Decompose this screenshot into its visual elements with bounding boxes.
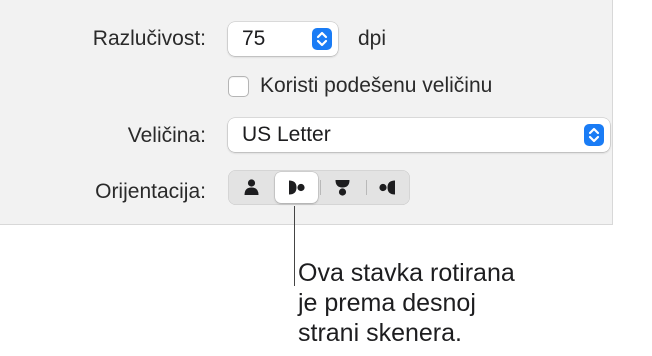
- size-value: US Letter: [242, 123, 331, 146]
- resolution-value: 75: [242, 27, 266, 50]
- resolution-unit: dpi: [358, 27, 387, 50]
- callout-line: [294, 206, 295, 286]
- rotated-left-icon: [379, 180, 395, 195]
- size-label: Veličina:: [127, 124, 206, 147]
- callout-line-2: je prema desnoj: [298, 289, 476, 317]
- resolution-popup[interactable]: 75: [228, 22, 338, 56]
- orientation-option-upright[interactable]: [230, 172, 273, 203]
- upside-down-icon: [335, 180, 350, 196]
- custom-size-label: Koristi podešenu veličinu: [260, 74, 493, 97]
- callout-line-3: strani skenera.: [298, 319, 462, 347]
- rotated-right-icon: [289, 180, 305, 195]
- orientation-option-upside-down[interactable]: [321, 172, 364, 203]
- custom-size-checkbox[interactable]: [229, 77, 248, 96]
- orientation-segmented-control: [228, 170, 410, 205]
- orientation-option-rotated-left[interactable]: [366, 172, 409, 203]
- orientation-option-rotated-right[interactable]: [275, 172, 318, 203]
- size-popup[interactable]: US Letter: [228, 118, 610, 152]
- orientation-label: Orijentacija:: [95, 180, 206, 203]
- stepper-arrows-icon: [312, 28, 332, 50]
- stepper-arrows-icon: [584, 124, 604, 146]
- portrait-upright-icon: [244, 179, 259, 195]
- callout-line-1: Ova stavka rotirana: [298, 259, 515, 287]
- resolution-label: Razlučivost:: [92, 27, 206, 50]
- callout-text: Ova stavka rotirana je prema desnoj stra…: [298, 258, 515, 348]
- scanner-settings-panel: Razlučivost: 75 dpi Koristi podešenu vel…: [0, 0, 613, 225]
